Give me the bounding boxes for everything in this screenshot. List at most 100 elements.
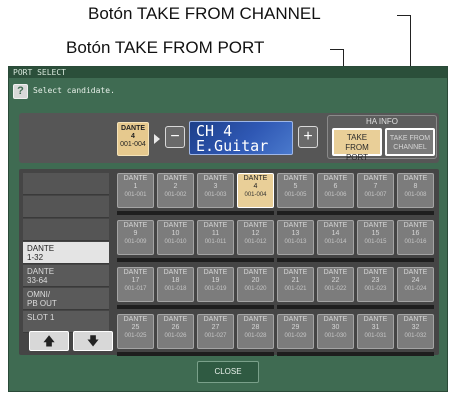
port-number: 16	[411, 230, 420, 237]
port-grid: DANTE 1 001-001 DANTE 2 001-002 DANTE 3 001-003 D…	[117, 173, 435, 356]
arrow-right-icon	[154, 134, 160, 144]
port-type: DANTE	[363, 175, 388, 182]
port-number: 14	[331, 230, 340, 237]
take-from-port-button[interactable]: TAKE FROM PORT	[332, 128, 382, 162]
port-button[interactable]: DANTE 11 001-011	[197, 220, 234, 255]
port-button[interactable]: DANTE 4 001-004	[237, 173, 274, 208]
take-from-channel-button[interactable]: TAKE FROM CHANNEL	[385, 128, 435, 156]
port-button[interactable]: DANTE 18 001-018	[157, 267, 194, 302]
port-id: 001-031	[364, 333, 387, 339]
port-id: 001-010	[164, 239, 187, 245]
ha-info-box: HA INFO TAKE FROM PORT TAKE FROM CHANNEL	[327, 115, 437, 162]
port-id: 001-019	[204, 286, 227, 292]
port-number: 27	[211, 324, 220, 331]
port-id: 001-003	[204, 192, 227, 198]
port-type: DANTE	[243, 222, 268, 229]
port-button[interactable]: DANTE 22 001-022	[317, 267, 354, 302]
port-id: 001-022	[324, 286, 347, 292]
channel-increment-button[interactable]: +	[298, 126, 318, 148]
port-number: 10	[171, 230, 180, 237]
port-button[interactable]: DANTE 8 001-008	[397, 173, 434, 208]
close-button[interactable]: CLOSE	[197, 361, 259, 383]
port-number: 21	[291, 277, 300, 284]
port-button[interactable]: DANTE 15 001-015	[357, 220, 394, 255]
port-type: DANTE	[363, 269, 388, 276]
port-button[interactable]: DANTE 27 001-027	[197, 314, 234, 349]
sidebar-item[interactable]: SLOT 1	[23, 311, 109, 333]
port-button[interactable]: DANTE 2 001-002	[157, 173, 194, 208]
port-id: 001-018	[164, 286, 187, 292]
port-button[interactable]: DANTE 5 001-005	[277, 173, 314, 208]
port-number: 32	[411, 324, 420, 331]
port-number: 8	[413, 183, 418, 190]
port-button[interactable]: DANTE 13 001-013	[277, 220, 314, 255]
port-button[interactable]: DANTE 3 001-003	[197, 173, 234, 208]
port-type: DANTE	[243, 269, 268, 276]
port-button[interactable]: DANTE 16 001-016	[397, 220, 434, 255]
port-type: DANTE	[163, 222, 188, 229]
port-button[interactable]: DANTE 32 001-032	[397, 314, 434, 349]
port-button[interactable]: DANTE 20 001-020	[237, 267, 274, 302]
port-button[interactable]: DANTE 21 001-021	[277, 267, 314, 302]
port-type: DANTE	[203, 222, 228, 229]
take-from-channel-callout: Botón TAKE FROM CHANNEL	[88, 4, 321, 23]
port-id: 001-011	[204, 239, 227, 245]
port-number: 20	[251, 277, 260, 284]
port-button[interactable]: DANTE 19 001-019	[197, 267, 234, 302]
port-button[interactable]: DANTE 26 001-026	[157, 314, 194, 349]
callout-line	[330, 49, 344, 50]
port-button[interactable]: DANTE 6 001-006	[317, 173, 354, 208]
help-icon[interactable]: ?	[13, 84, 28, 99]
channel-decrement-button[interactable]: −	[165, 126, 185, 148]
port-type: DANTE	[403, 222, 428, 229]
port-button[interactable]: DANTE 10 001-010	[157, 220, 194, 255]
port-button[interactable]: DANTE 25 001-025	[117, 314, 154, 349]
port-button[interactable]: DANTE 28 001-028	[237, 314, 274, 349]
port-number: 26	[171, 324, 180, 331]
port-type: DANTE	[323, 269, 348, 276]
port-type: DANTE	[323, 316, 348, 323]
scroll-up-icon[interactable]: 🡅	[29, 331, 69, 351]
port-group-divider	[277, 352, 434, 356]
port-button[interactable]: DANTE 24 001-024	[397, 267, 434, 302]
channel-name: E.Guitar	[196, 137, 269, 155]
sidebar-item-empty	[23, 219, 109, 241]
port-number: 28	[251, 324, 260, 331]
port-button[interactable]: DANTE 23 001-023	[357, 267, 394, 302]
port-number: 29	[291, 324, 300, 331]
port-type: DANTE	[123, 222, 148, 229]
port-button[interactable]: DANTE 29 001-029	[277, 314, 314, 349]
port-button[interactable]: DANTE 17 001-017	[117, 267, 154, 302]
port-id: 001-004	[244, 192, 267, 198]
sidebar-item[interactable]: DANTE 1-32	[23, 242, 109, 264]
port-number: 30	[331, 324, 340, 331]
port-number: 1	[133, 183, 138, 190]
port-id: 001-014	[324, 239, 347, 245]
sidebar-item[interactable]: DANTE 33-64	[23, 265, 109, 287]
port-id: 001-021	[284, 286, 307, 292]
port-button[interactable]: DANTE 14 001-014	[317, 220, 354, 255]
scroll-down-icon[interactable]: 🡇	[73, 331, 113, 351]
port-type: DANTE	[363, 316, 388, 323]
port-type: DANTE	[203, 316, 228, 323]
callout-line	[397, 15, 411, 16]
selected-port-indicator: DANTE 4 001-004	[117, 122, 149, 156]
port-category-list: DANTE 1-32 DANTE 33-64 OMNI/ PB OUT SLOT 1 🡅…	[23, 173, 113, 351]
window-title: PORT SELECT	[9, 67, 447, 78]
port-button[interactable]: DANTE 7 001-007	[357, 173, 394, 208]
port-type: DANTE	[403, 316, 428, 323]
port-button[interactable]: DANTE 30 001-030	[317, 314, 354, 349]
port-id: 001-012	[244, 239, 267, 245]
port-id: 001-015	[364, 239, 387, 245]
port-id: 001-023	[364, 286, 387, 292]
port-number: 18	[171, 277, 180, 284]
port-id: 001-001	[124, 192, 147, 198]
port-button[interactable]: DANTE 31 001-031	[357, 314, 394, 349]
port-id: 001-024	[404, 286, 427, 292]
port-type: DANTE	[123, 175, 148, 182]
sidebar-item[interactable]: OMNI/ PB OUT	[23, 288, 109, 310]
port-id: 001-032	[404, 333, 427, 339]
port-button[interactable]: DANTE 9 001-009	[117, 220, 154, 255]
port-button[interactable]: DANTE 12 001-012	[237, 220, 274, 255]
port-button[interactable]: DANTE 1 001-001	[117, 173, 154, 208]
